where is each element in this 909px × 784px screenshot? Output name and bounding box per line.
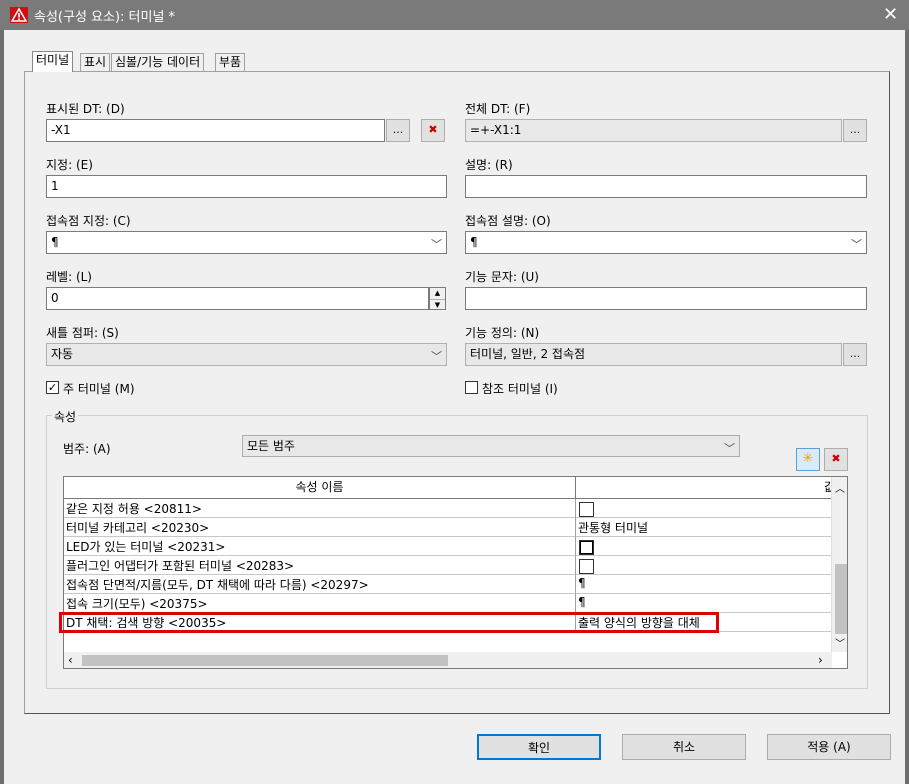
function-def-label: 기능 정의: (N) <box>465 326 540 340</box>
property-name: 터미널 카테고리 <20230> <box>66 521 210 535</box>
function-text-input[interactable] <box>465 287 867 310</box>
horizontal-scroll-thumb[interactable] <box>82 655 448 666</box>
displayed-dt-input[interactable]: -X1 <box>46 119 385 142</box>
horizontal-scrollbar[interactable]: ‹ › <box>64 652 832 668</box>
main-terminal-label: 주 터미널 (M) <box>63 382 135 396</box>
apply-button[interactable]: 적용 (A) <box>767 734 891 760</box>
new-jumper-dropdown[interactable]: 자동 ﹀ <box>46 343 447 366</box>
property-name: LED가 있는 터미널 <20231> <box>66 540 226 554</box>
chevron-down-icon: ﹀ <box>431 238 442 251</box>
full-dt-field: =+-X1:1 <box>465 119 842 142</box>
category-label: 범주: (A) <box>63 442 111 456</box>
property-name: 접속 크기(모두) <20375> <box>66 597 208 611</box>
ref-terminal-checkbox[interactable] <box>465 381 478 394</box>
table-row[interactable]: 접속 크기(모두) <20375> ¶ <box>64 594 832 613</box>
new-jumper-label: 새틀 점퍼: (S) <box>46 326 119 340</box>
vertical-scrollbar[interactable]: ︿ ﹀ <box>831 477 847 652</box>
table-row[interactable]: 플러그인 어댑터가 포함된 터미널 <20283> <box>64 556 832 575</box>
property-value[interactable]: 관통형 터미널 <box>578 519 648 536</box>
full-dt-browse-button[interactable]: ... <box>843 119 867 142</box>
level-label: 레벨: (L) <box>46 270 92 284</box>
description-input[interactable] <box>465 175 867 198</box>
properties-group-title: 속성 <box>52 408 79 425</box>
cancel-button[interactable]: 취소 <box>622 734 746 760</box>
displayed-dt-label: 표시된 DT: (D) <box>46 102 125 116</box>
property-checkbox[interactable] <box>579 540 594 555</box>
scroll-up-icon[interactable]: ︿ <box>835 480 845 495</box>
properties-grid: 속성 이름 값 같은 지정 허용 <20811> 터미널 카테고리 <20230… <box>63 476 848 669</box>
chevron-down-icon: ﹀ <box>851 238 862 251</box>
column-header-name[interactable]: 속성 이름 <box>64 477 576 499</box>
scroll-left-icon[interactable]: ‹ <box>68 653 73 667</box>
new-property-icon[interactable]: ✳ <box>796 448 820 471</box>
conn-description-dropdown[interactable]: ¶ ﹀ <box>465 231 867 254</box>
property-value[interactable]: ¶ <box>578 595 586 609</box>
conn-designation-value: ¶ <box>51 235 59 249</box>
chevron-down-icon: ﹀ <box>724 442 735 455</box>
conn-designation-dropdown[interactable]: ¶ ﹀ <box>46 231 447 254</box>
chevron-down-icon: ﹀ <box>431 350 442 363</box>
property-name: 플러그인 어댑터가 포함된 터미널 <20283> <box>66 559 295 573</box>
tab-parts[interactable]: 부품 <box>215 53 246 72</box>
property-checkbox[interactable] <box>579 559 594 574</box>
window-frame-right <box>905 30 909 784</box>
window-frame-left <box>0 30 4 784</box>
conn-description-value: ¶ <box>470 235 478 249</box>
ref-terminal-label: 참조 터미널 (I) <box>482 382 558 396</box>
conn-description-label: 접속점 설명: (O) <box>465 214 551 228</box>
property-checkbox[interactable] <box>579 502 594 517</box>
ok-button[interactable]: 확인 <box>477 734 601 760</box>
property-name: 같은 지정 허용 <20811> <box>66 502 202 516</box>
designation-label: 지정: (E) <box>46 158 93 172</box>
tab-symbol-function-data[interactable]: 심볼/기능 데이터 <box>111 53 205 72</box>
window-title: 속성(구성 요소): 터미널 * <box>34 10 176 25</box>
displayed-dt-browse-button[interactable]: ... <box>386 119 410 142</box>
conn-designation-label: 접속점 지정: (C) <box>46 214 131 228</box>
spin-up-icon[interactable]: ▲ <box>430 288 445 300</box>
table-row[interactable]: LED가 있는 터미널 <20231> <box>64 537 832 556</box>
vertical-scroll-thumb[interactable] <box>835 564 847 634</box>
function-text-label: 기능 문자: (U) <box>465 270 539 284</box>
new-jumper-value: 자동 <box>51 347 74 361</box>
property-name: 접속점 단면적/지름(모두, DT 채택에 따라 다름) <20297> <box>66 578 369 592</box>
category-dropdown[interactable]: 모든 범주 ﹀ <box>242 435 740 457</box>
highlight-box <box>59 612 719 633</box>
level-input[interactable]: 0 <box>46 287 429 310</box>
description-label: 설명: (R) <box>465 158 513 172</box>
tab-display[interactable]: 표시 <box>80 53 111 72</box>
function-def-field: 터미널, 일반, 2 접속점 <box>465 343 842 366</box>
designation-input[interactable]: 1 <box>46 175 447 198</box>
warning-app-icon <box>10 7 28 23</box>
delete-property-icon[interactable]: ✖ <box>824 448 848 471</box>
level-spinner[interactable]: ▲ ▼ <box>429 287 446 310</box>
property-value[interactable]: ¶ <box>578 576 586 590</box>
close-icon[interactable]: ✕ <box>872 0 909 30</box>
function-def-browse-button[interactable]: ... <box>843 343 867 366</box>
category-value: 모든 범주 <box>247 439 295 453</box>
scroll-right-icon[interactable]: › <box>818 653 823 667</box>
table-row[interactable]: 접속점 단면적/지름(모두, DT 채택에 따라 다름) <20297> ¶ <box>64 575 832 594</box>
table-row[interactable]: 터미널 카테고리 <20230> 관통형 터미널 <box>64 518 832 537</box>
scroll-down-icon[interactable]: ﹀ <box>835 635 845 650</box>
tab-terminal[interactable]: 터미널 <box>32 51 74 72</box>
column-header-value[interactable]: 값 <box>576 477 832 499</box>
main-terminal-checkbox[interactable]: ✓ <box>46 381 59 394</box>
table-row[interactable]: 같은 지정 허용 <20811> <box>64 499 832 518</box>
full-dt-label: 전체 DT: (F) <box>465 102 531 116</box>
spin-down-icon[interactable]: ▼ <box>430 300 445 310</box>
delete-icon[interactable]: ✖ <box>421 119 445 142</box>
